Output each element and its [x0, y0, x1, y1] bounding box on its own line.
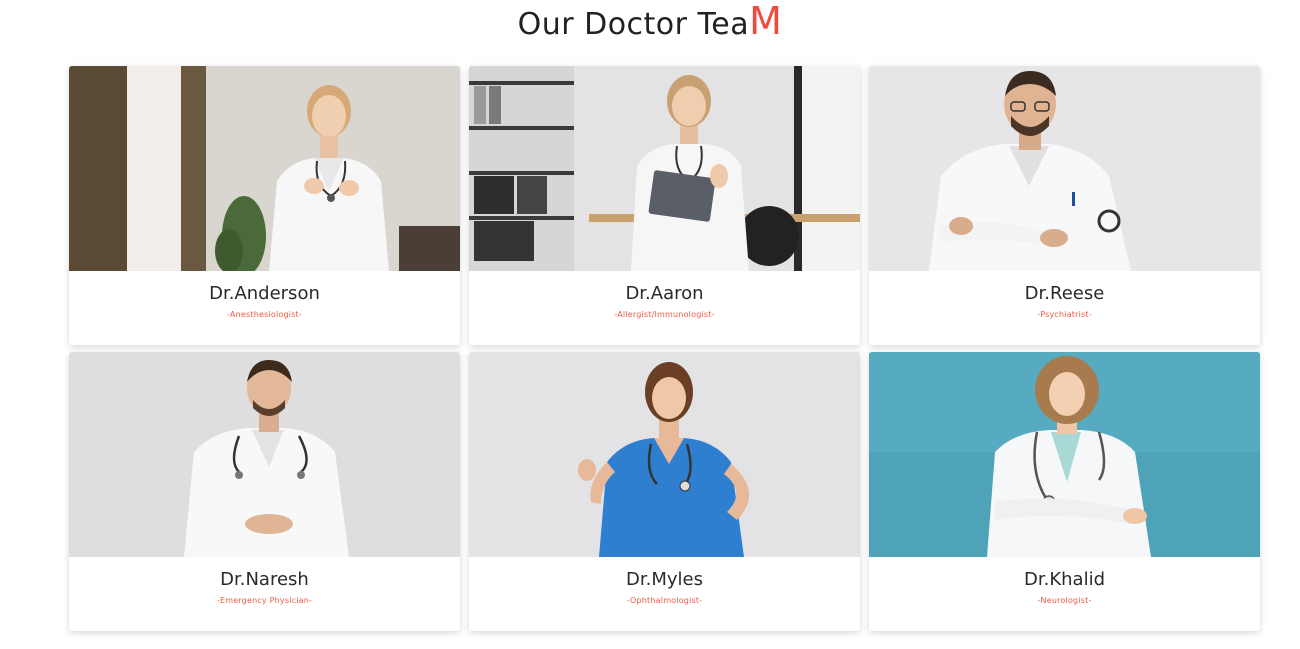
- doctor-specialty: -Allergist/Immunologist-: [614, 310, 715, 319]
- doctor-grid: Dr.Anderson -Anesthesiologist- Dr.Aaron …: [69, 66, 1260, 631]
- section-title-text: Our Doctor Tea: [517, 7, 750, 42]
- doctor-card-aaron[interactable]: Dr.Aaron -Allergist/Immunologist-: [469, 66, 860, 345]
- doctor-specialty: -Ophthalmologist-: [626, 596, 703, 605]
- doctor-info: Dr.Naresh -Emergency Physician-: [69, 557, 460, 631]
- doctor-info: Dr.Aaron -Allergist/Immunologist-: [469, 271, 860, 345]
- doctor-card-naresh[interactable]: Dr.Naresh -Emergency Physician-: [69, 352, 460, 631]
- doctor-name: Dr.Reese: [1024, 283, 1105, 304]
- section-title: Our Doctor TeaM: [0, 0, 1300, 52]
- doctor-info: Dr.Reese -Psychiatrist-: [869, 271, 1260, 345]
- doctor-specialty: -Neurologist-: [1037, 596, 1092, 605]
- doctor-photo-khalid: [869, 352, 1260, 557]
- doctor-name: Dr.Aaron: [625, 283, 704, 304]
- doctor-specialty: -Emergency Physician-: [216, 596, 313, 605]
- doctor-card-anderson[interactable]: Dr.Anderson -Anesthesiologist-: [69, 66, 460, 345]
- doctor-team-page: Our Doctor TeaM Dr.Anderson -Anesthesiol…: [0, 0, 1300, 649]
- doctor-photo-naresh: [69, 352, 460, 557]
- doctor-name: Dr.Naresh: [220, 569, 309, 590]
- doctor-name: Dr.Khalid: [1024, 569, 1105, 590]
- doctor-info: Dr.Khalid -Neurologist-: [869, 557, 1260, 631]
- doctor-specialty: -Psychiatrist-: [1037, 310, 1092, 319]
- doctor-card-myles[interactable]: Dr.Myles -Ophthalmologist-: [469, 352, 860, 631]
- doctor-photo-aaron: [469, 66, 860, 271]
- doctor-card-reese[interactable]: Dr.Reese -Psychiatrist-: [869, 66, 1260, 345]
- doctor-photo-reese: [869, 66, 1260, 271]
- doctor-photo-anderson: [69, 66, 460, 271]
- doctor-card-khalid[interactable]: Dr.Khalid -Neurologist-: [869, 352, 1260, 631]
- doctor-name: Dr.Anderson: [209, 283, 320, 304]
- doctor-info: Dr.Anderson -Anesthesiologist-: [69, 271, 460, 345]
- doctor-name: Dr.Myles: [626, 569, 703, 590]
- doctor-photo-myles: [469, 352, 860, 557]
- doctor-specialty: -Anesthesiologist-: [227, 310, 302, 319]
- doctor-info: Dr.Myles -Ophthalmologist-: [469, 557, 860, 631]
- section-title-accent: M: [749, 0, 783, 43]
